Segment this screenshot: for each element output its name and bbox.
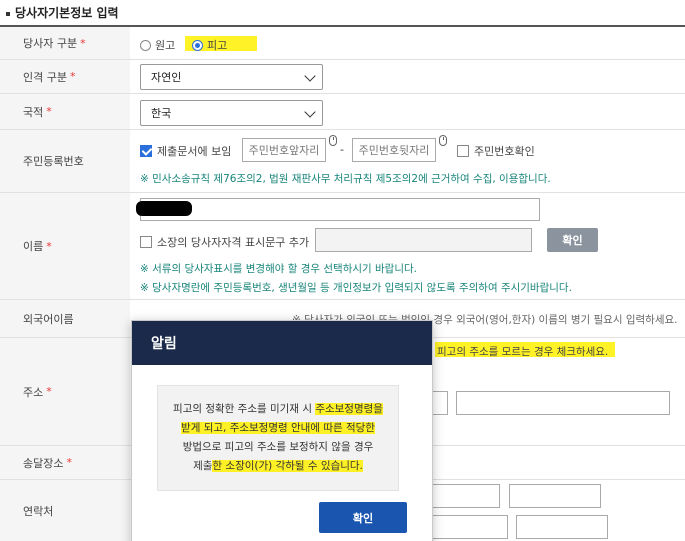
mouse-icon <box>439 135 447 146</box>
modal-message: 피고의 정확한 주소를 미기재 시 주소보정명령을 받게 되고, 주소보정명령 … <box>157 385 399 491</box>
alert-modal: 알림 피고의 정확한 주소를 미기재 시 주소보정명령을 받게 되고, 주소보정… <box>131 320 433 541</box>
mouse-icon <box>329 135 337 146</box>
contact-input-1[interactable] <box>430 484 500 508</box>
dash-separator: - <box>340 143 344 156</box>
submit-doc-checkbox[interactable]: 제출문서에 보임 <box>140 143 231 159</box>
row-nationality: 국적 * 한국 <box>0 94 685 130</box>
resident-no-front-input[interactable]: 주민번호앞자리 <box>242 138 326 162</box>
resident-no-back-input[interactable]: 주민번호뒷자리 <box>352 138 436 162</box>
person-type-label: 인격 구분 * <box>0 60 130 93</box>
checkbox-checked-icon <box>140 145 152 157</box>
address-detail-input[interactable] <box>456 391 670 415</box>
row-party-type: 당사자 구분 * 원고 피고 <box>0 27 685 60</box>
nationality-select[interactable]: 한국 <box>140 100 323 126</box>
modal-line-2: 받게 되고, 주소보정명령 안내에 따른 적당한 <box>181 422 375 434</box>
person-type-select[interactable]: 자연인 <box>140 64 323 90</box>
name-label: 이름 * <box>0 193 130 299</box>
address-label: 주소 * <box>0 338 130 445</box>
modal-title: 알림 <box>132 321 432 365</box>
contact-input-4[interactable] <box>516 515 608 539</box>
name-note-1: ※ 서류의 당사자표시를 변경해야 할 경우 선택하시기 바랍니다. <box>140 263 417 275</box>
name-confirm-button[interactable]: 확인 <box>547 228 598 252</box>
modal-confirm-button[interactable]: 확인 <box>319 502 407 533</box>
radio-selected-icon <box>192 39 203 51</box>
chevron-down-icon <box>304 106 316 118</box>
modal-line-4: 제출한 소장이(가) 각하될 수 있습니다. <box>193 460 363 472</box>
party-qualification-checkbox[interactable]: 소장의 당사자자격 표시문구 추가 <box>140 234 309 250</box>
resident-no-note: ※ 민사소송규칙 제76조의2, 법원 재판사무 처리규칙 제5조의2에 근거하… <box>140 173 551 185</box>
foreign-name-label: 외국어이름 <box>0 300 130 337</box>
section-title-text: 당사자기본정보 입력 <box>15 6 119 20</box>
name-input[interactable] <box>140 198 540 221</box>
modal-line-3: 방법으로 피고의 주소를 보정하지 않을 경우 <box>182 441 374 453</box>
radio-defendant[interactable]: 피고 <box>192 37 227 53</box>
delivery-label: 송달장소 * <box>0 446 130 479</box>
checkbox-icon <box>140 236 152 248</box>
contact-label: 연락처 <box>0 480 130 541</box>
qualification-text-input[interactable] <box>315 228 532 252</box>
section-title: 당사자기본정보 입력 <box>6 4 119 21</box>
chevron-down-icon <box>304 70 316 82</box>
radio-circle-icon <box>140 39 151 51</box>
modal-line-1: 피고의 정확한 주소를 미기재 시 주소보정명령을 <box>173 403 383 415</box>
resident-no-label: 주민등록번호 <box>0 130 130 192</box>
row-name: 이름 * 소장의 당사자자격 표시문구 추가 확인 ※ 서류의 당사자표시를 변경… <box>0 193 685 300</box>
row-person-type: 인격 구분 * 자연인 <box>0 60 685 94</box>
checkbox-icon <box>457 145 469 157</box>
redacted-mark <box>136 201 192 216</box>
party-type-label: 당사자 구분 * <box>0 27 130 59</box>
radio-plaintiff[interactable]: 원고 <box>140 37 175 53</box>
address-unknown-note: 피고의 주소를 모르는 경우 체크하세요. <box>437 346 609 358</box>
resident-confirm-checkbox[interactable]: 주민번호확인 <box>457 143 535 159</box>
contact-input-3[interactable] <box>430 515 508 539</box>
contact-input-2[interactable] <box>509 484 601 508</box>
name-note-2: ※ 당사자명란에 주민등록번호, 생년월일 등 개인정보가 입력되지 않도록 주… <box>140 282 572 294</box>
row-resident-no: 주민등록번호 제출문서에 보임 주민번호앞자리 - 주민번호뒷자리 주민번호확인… <box>0 130 685 193</box>
nationality-label: 국적 * <box>0 94 130 129</box>
